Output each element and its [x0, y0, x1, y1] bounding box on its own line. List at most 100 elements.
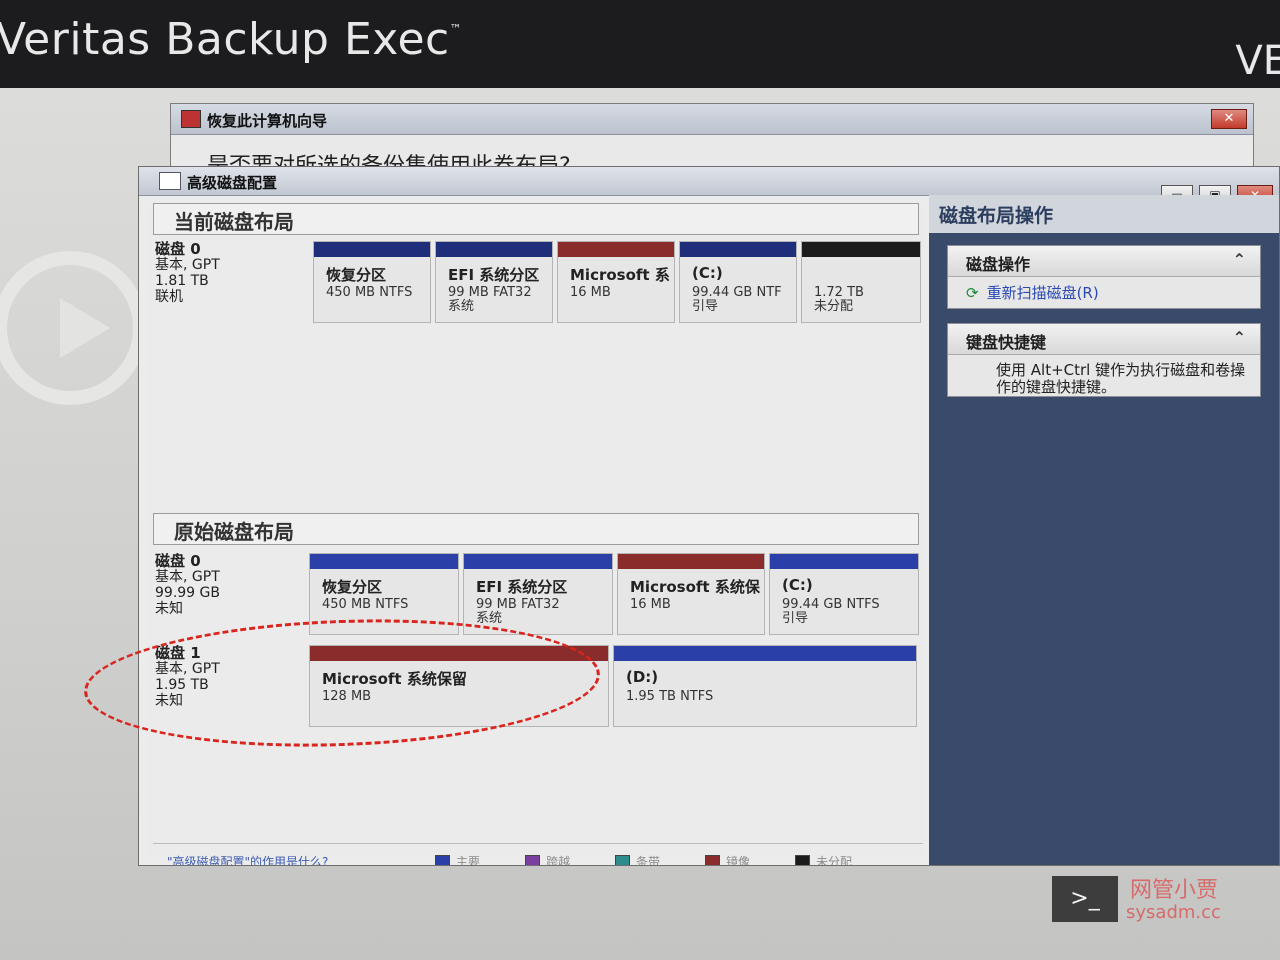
- partition[interactable]: 恢复分区 450 MB NTFS: [313, 241, 431, 323]
- legend-item: 主要: [435, 853, 525, 866]
- partition-detail: 99 MB FAT32 系统: [476, 598, 560, 626]
- shortcuts-header[interactable]: 键盘快捷键 ⌃: [948, 324, 1260, 355]
- disk-status: 联机: [155, 289, 183, 305]
- disk-type: 基本, GPT: [155, 569, 220, 585]
- partition[interactable]: Microsoft 系 16 MB: [557, 241, 675, 323]
- partition[interactable]: (C:) 99.44 GB NTFS 引导: [769, 553, 919, 635]
- partition-label: (C:): [782, 576, 813, 594]
- disk-ops-header[interactable]: 磁盘操作 ⌃: [948, 246, 1260, 277]
- partition-detail: 450 MB NTFS: [322, 598, 408, 612]
- watermark-name: 网管小贾: [1130, 878, 1219, 903]
- disk-config-icon: [159, 172, 181, 190]
- partition-legend: 主要跨越条带镜像未分配简单已扩展逻辑RAID-5可用空间: [435, 853, 885, 866]
- partition-detail: 450 MB NTFS: [326, 286, 412, 300]
- partition-size: 16 MB: [630, 597, 671, 612]
- partition-color-bar: [310, 554, 458, 569]
- partition[interactable]: EFI 系统分区 99 MB FAT32 系统: [463, 553, 613, 635]
- partition-label: EFI 系统分区: [476, 578, 568, 596]
- partition-color-bar: [770, 554, 918, 569]
- partition-role: 系统: [448, 299, 475, 314]
- partition[interactable]: EFI 系统分区 99 MB FAT32 系统: [435, 241, 553, 323]
- legend-label: 镜像: [726, 855, 751, 866]
- double-chevron-up-icon[interactable]: ⌃: [1233, 250, 1246, 269]
- legend-item: 条带: [615, 853, 705, 866]
- partition-color-bar: [614, 646, 916, 661]
- partition-label: (C:): [692, 264, 723, 282]
- partition[interactable]: (D:) 1.95 TB NTFS: [613, 645, 917, 727]
- partition-color-bar: [618, 554, 764, 569]
- legend-swatch: [615, 854, 630, 865]
- site-watermark: >_ 网管小贾 sysadm.cc: [1052, 872, 1232, 926]
- shortcuts-text: 使用 Alt+Ctrl 键作为执行磁盘和卷操作的键盘快捷键。: [996, 361, 1246, 396]
- current-layout-heading: 当前磁盘布局: [153, 203, 919, 235]
- legend-label: 未分配: [816, 855, 853, 866]
- disk-size: 99.99 GB: [155, 585, 220, 601]
- partition-size: 99.44 GB NTFS: [782, 597, 880, 612]
- partition-size: 99.44 GB NTF: [692, 285, 782, 300]
- legend-item: 未分配: [795, 853, 885, 866]
- dialog-title: 高级磁盘配置: [187, 174, 278, 192]
- original-layout-heading: 原始磁盘布局: [153, 513, 919, 545]
- backup-logo-icon: [0, 251, 147, 405]
- partition-role: 未分配: [814, 299, 854, 314]
- rescan-disks-link[interactable]: ⟳ 重新扫描磁盘(R): [966, 282, 1099, 303]
- disk-status: 未知: [155, 601, 183, 617]
- legend-divider: [153, 843, 923, 844]
- partition-size: 1.95 TB NTFS: [626, 689, 714, 704]
- partition-color-bar: [314, 242, 430, 257]
- restore-wizard-title: 恢复此计算机向导: [207, 112, 328, 130]
- partition-detail: 1.72 TB 未分配: [814, 286, 864, 314]
- partition[interactable]: 1.72 TB 未分配: [801, 241, 921, 323]
- original-disk-0-info[interactable]: 磁盘 0 基本, GPT 99.99 GB 未知: [155, 553, 305, 617]
- rescan-disks-label: 重新扫描磁盘(R): [986, 284, 1099, 302]
- partition-detail: 1.95 TB NTFS: [626, 690, 713, 704]
- partition-color-bar: [680, 242, 796, 257]
- terminal-icon: >_: [1052, 876, 1118, 922]
- partition-label: 恢复分区: [322, 578, 383, 596]
- shortcuts-title: 键盘快捷键: [966, 333, 1047, 352]
- legend-swatch: [705, 854, 720, 865]
- disk-size: 1.81 TB: [155, 273, 209, 289]
- partition-detail: 16 MB: [570, 286, 611, 300]
- disk-layout-area: 当前磁盘布局 磁盘 0 基本, GPT 1.81 TB 联机 恢复分区 450 M…: [147, 203, 925, 865]
- partition-color-bar: [802, 242, 920, 257]
- disk-ops-title: 磁盘操作: [966, 255, 1031, 274]
- partition-color-bar: [464, 554, 612, 569]
- close-icon[interactable]: ✕: [1211, 109, 1247, 129]
- partition-detail: 99.44 GB NTFS 引导: [782, 598, 880, 626]
- actions-panel: 磁盘布局操作 磁盘操作 ⌃ ⟳ 重新扫描磁盘(R) 键盘快捷键 ⌃ 使用 Alt+…: [929, 195, 1279, 865]
- advanced-disk-config-dialog: 高级磁盘配置 ▭ ▣ ✕ 当前磁盘布局 磁盘 0 基本, GPT 1.81 TB…: [138, 166, 1280, 866]
- partition-label: 恢复分区: [326, 266, 387, 284]
- legend-item: 跨越: [525, 853, 615, 866]
- brand-right: VE: [1235, 38, 1280, 84]
- partition[interactable]: (C:) 99.44 GB NTF 引导: [679, 241, 797, 323]
- partition-label: (D:): [626, 668, 659, 686]
- legend-label: 主要: [456, 855, 481, 866]
- partition-detail: 16 MB: [630, 598, 671, 612]
- shortcuts-card: 键盘快捷键 ⌃ 使用 Alt+Ctrl 键作为执行磁盘和卷操作的键盘快捷键。: [947, 323, 1261, 397]
- dialog-titlebar: 高级磁盘配置 ▭ ▣ ✕: [139, 167, 1279, 205]
- partition-label: Microsoft 系: [570, 266, 670, 284]
- partition-label: Microsoft 系统保: [630, 578, 760, 596]
- help-link[interactable]: "高级磁盘配置"的作用是什么?: [167, 853, 328, 865]
- legend-label: 条带: [636, 855, 661, 866]
- legend-item: 镜像: [705, 853, 795, 866]
- legend-label: 跨越: [546, 855, 571, 866]
- partition-detail: 99.44 GB NTF 引导: [692, 286, 782, 314]
- partition-size: 99 MB FAT32: [448, 285, 532, 300]
- partition-role: 引导: [782, 611, 809, 626]
- original-layout-heading-text: 原始磁盘布局: [174, 520, 294, 544]
- partition[interactable]: Microsoft 系统保 16 MB: [617, 553, 765, 635]
- wizard-icon: [181, 110, 201, 128]
- partition-color-bar: [436, 242, 552, 257]
- current-disk-0-info[interactable]: 磁盘 0 基本, GPT 1.81 TB 联机: [155, 241, 305, 305]
- double-chevron-up-icon[interactable]: ⌃: [1233, 328, 1246, 347]
- partition-size: 99 MB FAT32: [476, 597, 560, 612]
- product-brand: Veritas Backup Exec™: [0, 14, 462, 65]
- partition-size: 1.72 TB: [814, 285, 864, 300]
- disk-name: 磁盘 0: [155, 240, 201, 258]
- restore-wizard-titlebar: 恢复此计算机向导 ✕: [171, 104, 1253, 135]
- partition-role: 引导: [692, 299, 719, 314]
- product-banner: Veritas Backup Exec™ VE: [0, 0, 1280, 88]
- legend-swatch: [795, 854, 810, 865]
